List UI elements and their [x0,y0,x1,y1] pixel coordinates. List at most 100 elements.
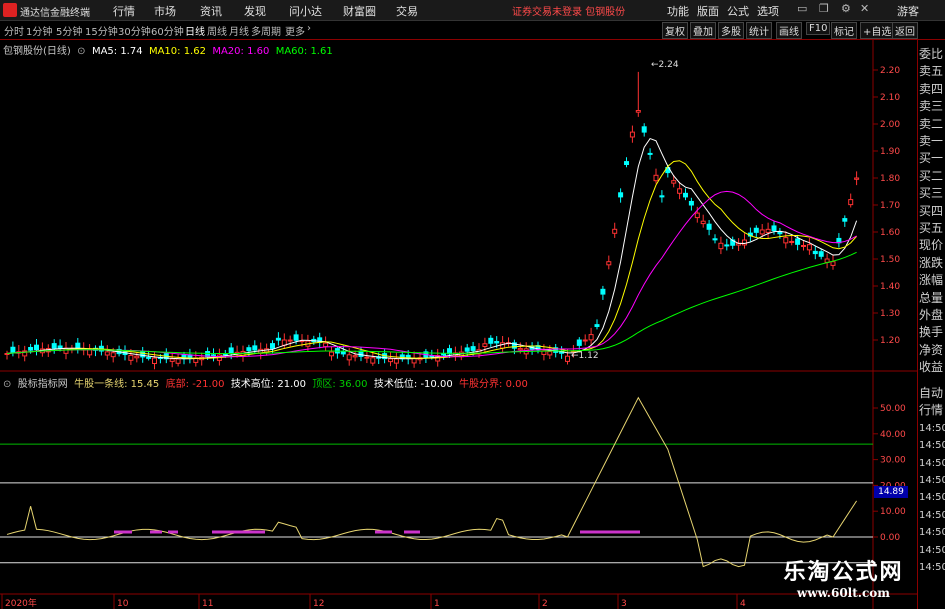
candle-body [87,349,93,356]
low-arrow-icon: ← [571,351,579,361]
candle-body [777,231,783,235]
candle-body [329,351,334,357]
tick-time: 14:50 [919,562,945,573]
price-axis-label: 2.10 [880,93,900,103]
candle-body [789,240,795,243]
candle-body [842,218,848,222]
date-axis-label: 1 [434,599,440,609]
candle-body [34,344,39,351]
candle-body [576,339,582,346]
candle-body [783,237,789,244]
candle-body [618,192,624,198]
candle-body [624,161,629,166]
candle-body [275,337,281,341]
candle-body [134,355,140,359]
date-axis-label: 2 [542,599,548,609]
low-annotation: ←1.12 [571,351,599,361]
high-annotation: ←2.24 [651,60,679,70]
candle-body [848,199,854,206]
watermark-url: www.60lt.com [797,586,890,600]
candle-body [51,343,57,349]
high-arrow-icon: ← [651,60,659,70]
candle-body [340,350,346,355]
quote-field: 买二 [919,168,944,183]
candle-body [388,358,393,363]
candle-body [287,339,293,342]
price-axis-label: 1.40 [880,282,900,292]
tick-time: 自动 [919,386,944,400]
candle-body [441,353,447,356]
candle-body [246,347,252,352]
candle-body [706,223,712,230]
candle-body [252,345,258,351]
quote-field: 卖一 [919,134,944,148]
quote-field: 买三 [919,186,944,201]
quote-field: 卖三 [919,99,944,114]
candle-body [854,177,860,180]
quote-field: 买五 [919,221,944,235]
quote-field: 卖四 [919,81,944,96]
candle-body [393,358,399,364]
candle-body [818,251,824,257]
price-axis-label: 1.90 [880,147,900,157]
candle-body [671,180,677,184]
indicator-axis-label: 50.00 [880,404,906,414]
candle-body [470,346,476,351]
quote-field: 卖五 [919,64,944,79]
watermark-title: 乐淘公式网 [783,560,904,585]
indicator-axis-label: 30.00 [880,456,906,466]
candle-body [806,244,812,251]
candle-body [464,347,470,352]
date-axis-label: 10 [117,599,129,609]
candle-body [28,346,34,351]
candle-body [175,358,181,364]
price-axis-label: 1.50 [880,255,900,265]
price-axis-label: 2.00 [880,120,900,130]
date-axis-label: 11 [202,599,213,609]
tick-time: 14:50 [919,544,945,556]
candle-body [677,188,683,194]
tick-time: 行情 [919,403,944,418]
candle-body [500,342,506,349]
candle-body [270,343,275,349]
candle-body [146,356,152,359]
candle-body [759,229,765,235]
candle-body [565,355,570,362]
low-value: 1.12 [578,351,599,361]
candle-body [104,351,110,356]
tick-time: 14:50 [919,492,945,504]
date-axis-label: 4 [740,599,746,609]
price-axis-label: 1.80 [880,174,900,184]
quote-field: 净资 [919,342,944,357]
candle-body [594,324,600,327]
candle-body [606,261,612,266]
candle-body [765,228,771,233]
quote-field: 外盘 [919,308,944,322]
candle-body [110,352,116,358]
candle-body [364,356,370,359]
candle-body [588,334,594,341]
chart-canvas[interactable]: 2.20 2.10 2.00 1.90 1.80 1.70 1.60 1.50 1.40 1.30… [0,0,917,609]
candle-body [600,288,606,295]
candle-body [771,225,777,232]
candle-body [641,126,647,133]
candle-body [724,244,730,247]
candle-body [812,250,818,255]
quote-field: 委比 [919,47,944,61]
quote-panel: 委比 卖五 卖四 卖三 卖二 卖一 买一 买二 买三 买四 买五 现价 涨跌 涨幅 总量 外盘 换手 净资 收益 自动… [917,40,945,609]
date-axis-label: 3 [621,599,627,609]
indicator-axis-label: 40.00 [880,430,906,440]
tick-time: 14:50 [919,422,945,434]
tick-time: 14:50 [919,457,945,469]
candle-body [293,334,299,341]
quote-field: 现价 [919,238,944,253]
candle-body [582,339,588,342]
candle-body [635,110,641,113]
ma10-line [6,160,857,359]
candle-body [482,343,488,347]
indicator-axis-label: 0.00 [880,533,900,543]
ma5-line [6,137,858,360]
candle-body [688,200,694,206]
candle-body [712,238,718,241]
candle-body [694,212,700,219]
